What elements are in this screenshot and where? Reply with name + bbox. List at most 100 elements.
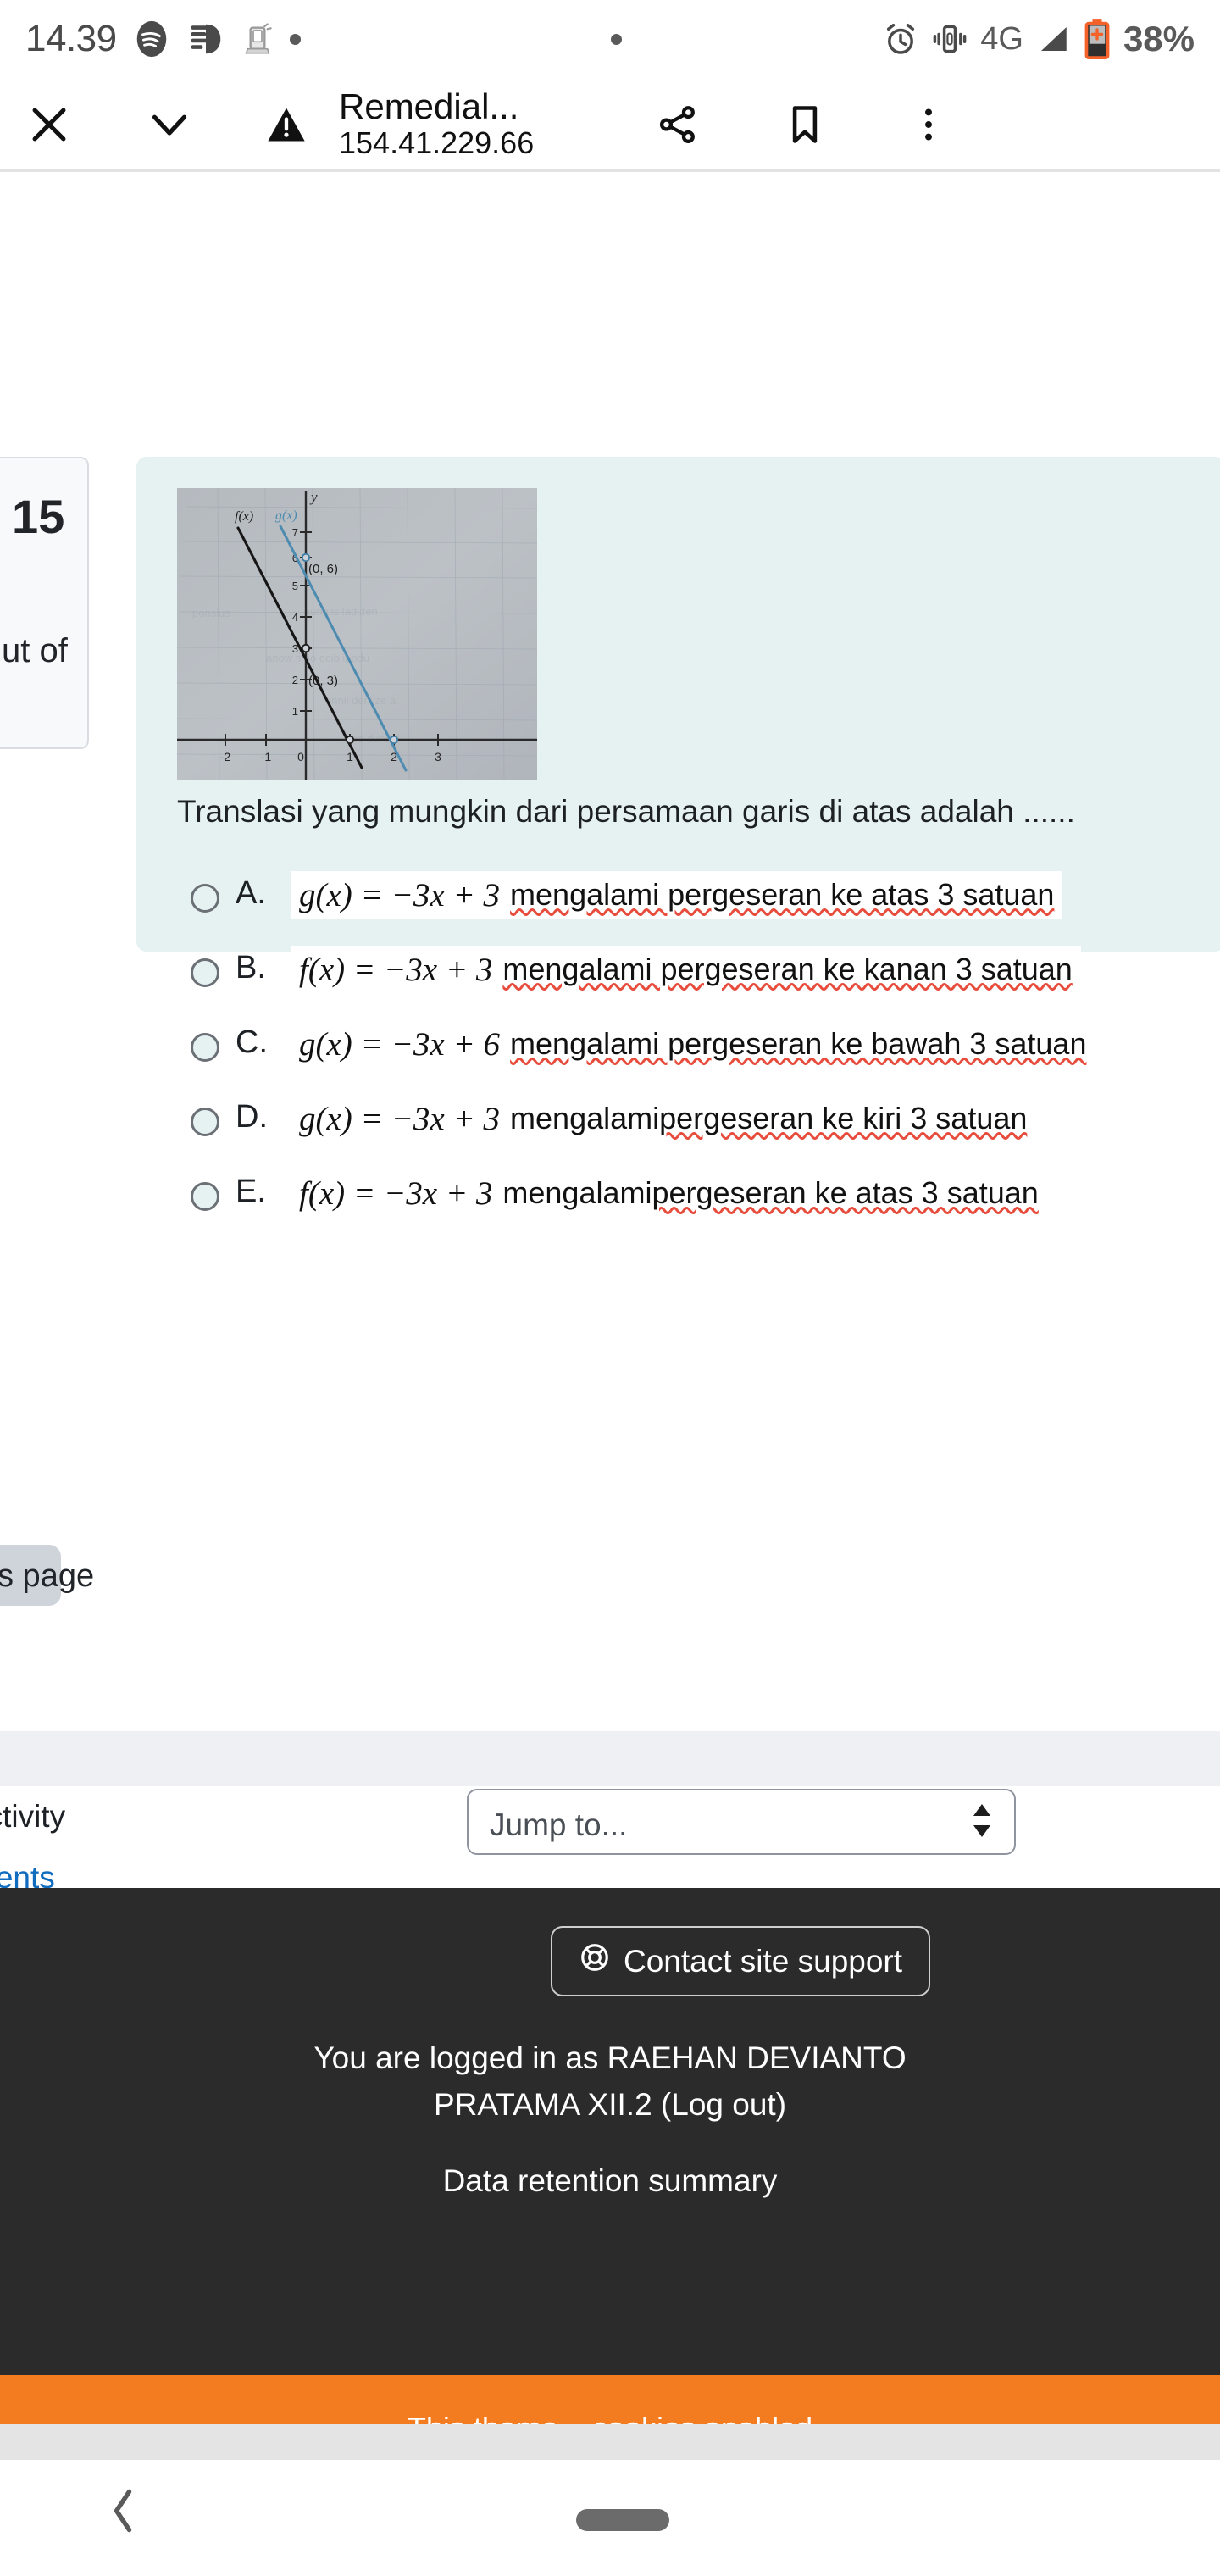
jump-to-select[interactable]: Jump to... [467,1789,1016,1855]
svg-text:1: 1 [292,705,298,718]
radio-option-e[interactable] [191,1182,219,1211]
option-content-e: f(x) = −3x + 3 mengalami pergeseran ke a… [291,1169,1047,1217]
warning-triangle-icon[interactable] [242,80,330,169]
battery-percent: 38% [1123,19,1195,58]
svg-text:5: 5 [292,580,298,592]
graph-photo: ponsius aunalis ladiden anow timo ocib ip… [177,488,537,780]
option-text-b: mengalami pergeseran ke kanan 3 satuan [502,952,1073,986]
dot-icon-2 [610,33,622,45]
option-letter-d: D. [236,1099,268,1135]
jump-to-placeholder: Jump to... [490,1807,628,1842]
cookie-banner-text: This theme... cookies enabled [0,2411,1220,2424]
svg-text:g(x): g(x) [275,508,297,523]
option-text-e: pergeseran ke atas 3 satuan [652,1175,1039,1210]
page-content: 15 ut of ponsius aunalis ladiden anow ti… [0,172,1220,2460]
logged-in-line-1: You are logged in as RAEHAN DEVIANTO [313,2040,907,2075]
option-content-a: g(x) = −3x + 3 mengalami pergeseran ke a… [291,871,1063,919]
vibrate-icon [931,20,968,58]
android-status-bar: 14.39 4G 38% [0,0,1220,78]
android-nav-bar [0,2460,1220,2576]
contact-support-button[interactable]: Contact site support [551,1926,930,1996]
svg-text:7: 7 [292,526,298,539]
screen-root: 14.39 4G 38% Remedial... 154.41.229.66 1… [0,0,1220,2576]
download-icon [186,19,225,58]
collapse-button[interactable] [125,80,214,169]
svg-text:3: 3 [435,750,441,763]
option-content-c: g(x) = −3x + 6 mengalami pergeseran ke b… [291,1020,1095,1068]
question-prompt: Translasi yang mungkin dari persamaan ga… [177,794,1075,829]
option-formula-c: g(x) = −3x + 6 [299,1025,501,1063]
option-content-d: g(x) = −3x + 3 mengalami pergeseran ke k… [291,1095,1036,1142]
question-number: 15 [12,490,65,543]
option-formula-a: g(x) = −3x + 3 [299,876,501,913]
previous-activity-label: activity [0,1799,66,1834]
option-formula-e: f(x) = −3x + 3 [299,1174,493,1212]
page-title: Remedial... [339,86,519,127]
chevron-updown-icon [972,1804,992,1837]
graph-svg: ponsius aunalis ladiden anow timo ocib ip… [177,488,537,780]
dot-icon [289,33,301,45]
option-row-c[interactable]: C. g(x) = −3x + 6 mengalami pergeseran k… [0,1020,1220,1072]
option-formula-b: f(x) = −3x + 3 [299,951,493,988]
svg-text:f(x): f(x) [235,509,253,524]
svg-text:0: 0 [297,750,304,763]
marked-out-of-label: ut of [2,632,68,669]
svg-text:anow timo ocib ipodu: anow timo ocib ipodu [266,652,369,664]
section-divider-band [0,1731,1220,1786]
radio-option-b[interactable] [191,958,219,987]
option-row-d[interactable]: D. g(x) = −3x + 3 mengalami pergeseran k… [0,1095,1220,1146]
spotify-icon [132,19,171,58]
option-letter-b: B. [236,950,266,985]
status-time: 14.39 [25,18,117,59]
browser-toolbar: Remedial... 154.41.229.66 [0,78,1220,171]
more-vertical-icon[interactable] [884,80,973,169]
radio-option-d[interactable] [191,1108,219,1136]
svg-text:(0, 3): (0, 3) [308,674,338,688]
page-bottom-gap [0,2424,1220,2460]
data-retention-link[interactable]: Data retention summary [0,2163,1220,2199]
svg-text:-1: -1 [261,750,272,763]
question-info-card: 15 ut of [0,457,89,749]
option-row-e[interactable]: E. f(x) = −3x + 3 mengalami pergeseran k… [0,1169,1220,1221]
svg-text:aunalis ladiden: aunalis ladiden [304,605,378,618]
radio-option-c[interactable] [191,1033,219,1062]
svg-text:y: y [309,489,318,505]
page-title-block[interactable]: Remedial... 154.41.229.66 [339,86,602,161]
chevron-left-icon[interactable] [103,2485,142,2540]
option-text-a: mengalami pergeseran ke atas 3 satuan [510,877,1055,912]
contact-support-label: Contact site support [623,1943,903,1979]
option-content-b: f(x) = −3x + 3 mengalami pergeseran ke k… [291,946,1081,993]
svg-text:2: 2 [292,674,298,686]
option-text-d: pergeseran ke kiri 3 satuan [659,1101,1028,1135]
life-ring-icon [579,1941,611,1981]
logged-in-line-2[interactable]: PRATAMA XII.2 (Log out) [0,2087,1220,2123]
status-bar-right: 4G 38% [882,19,1195,59]
device-icon [241,22,274,56]
svg-text:ennil denlize a: ennil denlize a [325,694,396,707]
option-row-b[interactable]: B. f(x) = −3x + 3 mengalami pergeseran k… [0,946,1220,997]
option-row-a[interactable]: A. g(x) = −3x + 3 mengalami pergeseran k… [0,871,1220,923]
home-pill-icon[interactable] [576,2509,669,2531]
previous-page-button[interactable]: s page [0,1545,94,1606]
signal-icon [1035,21,1071,57]
option-letter-e: E. [236,1174,266,1209]
cookie-banner: This theme... cookies enabled [0,2375,1220,2424]
svg-text:(0, 6): (0, 6) [308,562,338,576]
svg-text:4: 4 [292,611,298,624]
svg-text:-2: -2 [220,750,231,763]
status-bar-left: 14.39 [25,18,622,60]
bookmark-icon[interactable] [761,80,849,169]
option-formula-d: g(x) = −3x + 3 [299,1100,501,1137]
radio-option-a[interactable] [191,884,219,913]
close-button[interactable] [5,80,93,169]
svg-text:ponsius: ponsius [192,607,230,619]
network-type: 4G [980,20,1023,57]
share-icon[interactable] [634,80,722,169]
option-letter-c: C. [236,1024,268,1060]
page-url: 154.41.229.66 [339,125,535,161]
alarm-icon [882,20,919,58]
previous-page-label: s page [0,1558,95,1594]
option-letter-a: A. [236,875,266,911]
option-text-plain-e: mengalami [502,1175,652,1210]
option-text-c: mengalami pergeseran ke bawah 3 satuan [510,1026,1087,1061]
